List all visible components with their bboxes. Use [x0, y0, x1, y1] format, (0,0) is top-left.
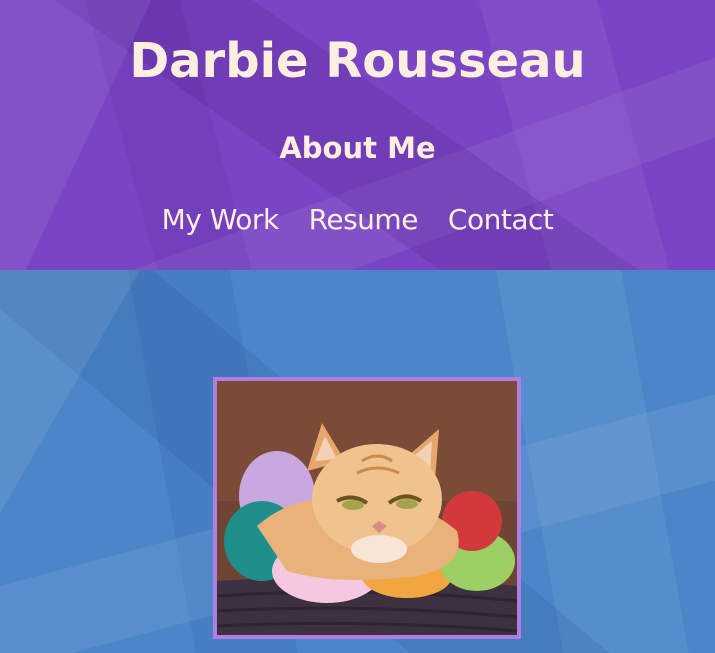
- site-title: Darbie Rousseau: [129, 33, 586, 89]
- nav-link-my-work[interactable]: My Work: [162, 200, 280, 240]
- main-nav: My Work Resume Contact: [0, 200, 715, 240]
- profile-photo: [213, 377, 521, 639]
- nav-link-resume[interactable]: Resume: [309, 200, 419, 240]
- site-header: Darbie Rousseau About Me My Work Resume …: [0, 0, 715, 270]
- nav-link-contact[interactable]: Contact: [448, 200, 554, 240]
- cat-photo-illustration: [217, 381, 517, 635]
- page-subtitle: About Me: [279, 131, 436, 165]
